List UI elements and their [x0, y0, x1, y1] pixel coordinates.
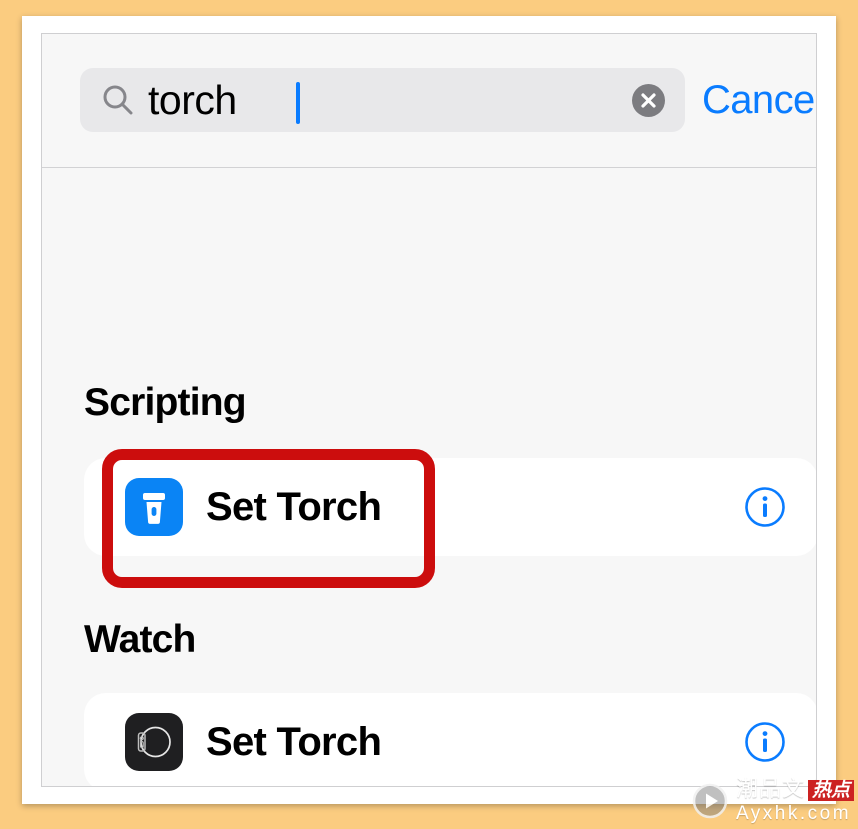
section-header-watch: Watch [84, 618, 196, 661]
search-input[interactable]: torch [80, 68, 685, 132]
device-screen: torch Cancel Scripting Set Torch Watch S… [41, 33, 817, 787]
text-cursor [296, 82, 300, 124]
search-results-list: Scripting Set Torch Watch Set Torch [42, 168, 816, 786]
result-row-label: Set Torch [206, 720, 382, 764]
info-circle-icon[interactable] [744, 486, 786, 528]
cancel-button[interactable]: Cancel [702, 78, 816, 123]
apple-watch-icon [125, 713, 183, 771]
search-query-text: torch [148, 77, 237, 123]
result-row-set-torch-watch[interactable]: Set Torch [84, 693, 816, 786]
flashlight-icon [125, 478, 183, 536]
watermark-url: Ayxhk.com [735, 803, 852, 824]
result-row-set-torch-scripting[interactable]: Set Torch [84, 458, 816, 556]
search-icon [102, 84, 134, 116]
result-row-label: Set Torch [206, 485, 382, 529]
clear-search-button[interactable] [632, 84, 665, 117]
screenshot-frame: torch Cancel Scripting Set Torch Watch S… [22, 16, 836, 804]
section-header-scripting: Scripting [84, 381, 247, 424]
search-header: torch Cancel [42, 34, 816, 168]
info-circle-icon[interactable] [744, 721, 786, 763]
